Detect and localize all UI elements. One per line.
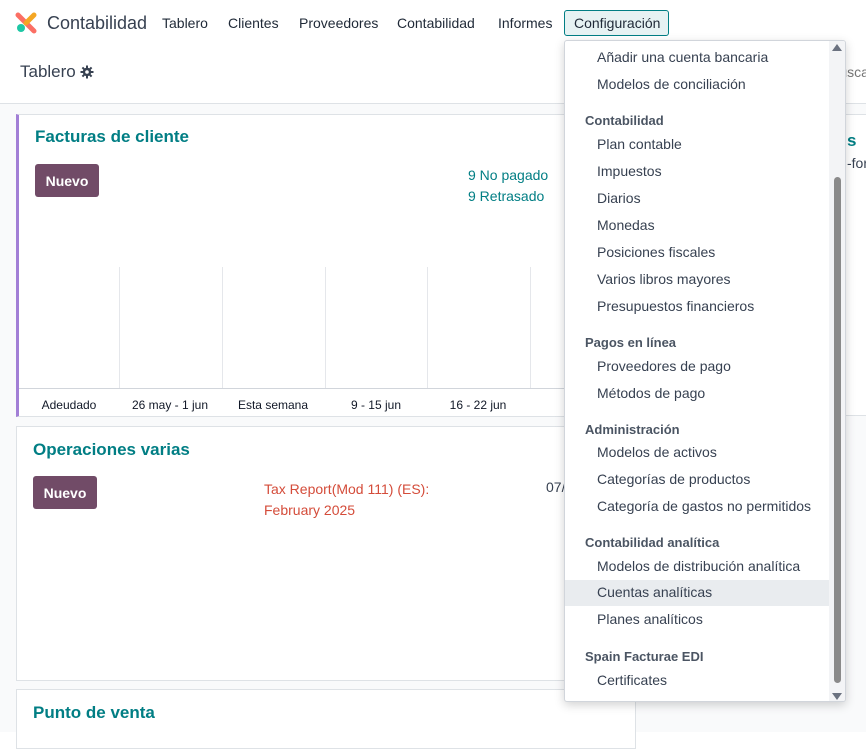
dropdown-section-title: Pagos en línea (585, 335, 677, 350)
configuration-dropdown: Añadir una cuenta bancaria Modelos de co… (564, 40, 846, 702)
customer-invoices-card: Facturas de cliente Nuevo 9 No pagado 9 … (16, 114, 639, 417)
card-title[interactable]: Operaciones varias (33, 440, 190, 460)
dropdown-item[interactable]: Certificates (565, 668, 831, 694)
dropdown-item[interactable]: Planes analíticos (565, 607, 831, 633)
dropdown-item[interactable]: Métodos de pago (565, 381, 831, 407)
dropdown-item[interactable]: Modelos de distribución analítica (565, 554, 831, 580)
dropdown-item-hovered[interactable]: Cuentas analíticas (565, 580, 831, 606)
card-text-fragment: -for (847, 155, 866, 171)
menu-informes[interactable]: Informes (498, 15, 552, 31)
dropdown-item[interactable]: Plan contable (565, 132, 831, 158)
chart-x-label: 9 - 15 jun (350, 398, 402, 412)
dropdown-item[interactable]: Categorías de productos (565, 467, 831, 493)
chart-gridline (119, 267, 120, 388)
dropdown-section-title: Contabilidad (585, 113, 664, 128)
point-of-sale-card: Punto de venta (16, 689, 636, 749)
tax-report-link[interactable]: Tax Report(Mod 111) (ES): February 2025 (264, 479, 464, 521)
tax-report-date: 07/ (546, 479, 566, 495)
dropdown-item[interactable]: Diarios (565, 186, 831, 212)
dropdown-item[interactable]: Impuestos (565, 159, 831, 185)
breadcrumb: Tablero (20, 62, 76, 81)
dropdown-item[interactable]: Proveedores de pago (565, 354, 831, 380)
chart-gridline (427, 267, 428, 388)
gear-icon[interactable] (80, 65, 94, 79)
dropdown-item[interactable]: Categoría de gastos no permitidos (565, 494, 831, 520)
scroll-down-icon[interactable] (832, 693, 842, 700)
app-title[interactable]: Contabilidad (47, 13, 147, 34)
unpaid-link[interactable]: 9 No pagado (468, 167, 548, 183)
chart-gridline (325, 267, 326, 388)
dropdown-item[interactable]: Modelos de conciliación (565, 72, 831, 98)
dropdown-item[interactable]: Añadir una cuenta bancaria (565, 45, 831, 71)
new-invoice-button[interactable]: Nuevo (35, 164, 99, 197)
accounting-app-icon[interactable] (15, 12, 37, 34)
menu-clientes[interactable]: Clientes (228, 15, 279, 31)
card-title[interactable]: Facturas de cliente (35, 127, 189, 147)
chart-x-label: 16 - 22 jun (449, 398, 507, 412)
scrollbar-thumb[interactable] (834, 177, 841, 683)
scroll-up-icon[interactable] (832, 44, 842, 51)
dropdown-scrollbar[interactable] (829, 41, 845, 701)
chart-x-label: 26 may - 1 jun (131, 398, 209, 412)
chart-gridline (222, 267, 223, 388)
new-misc-button[interactable]: Nuevo (33, 476, 97, 509)
dropdown-item[interactable]: Varios libros mayores (565, 267, 831, 293)
card-title[interactable]: Punto de venta (33, 703, 155, 723)
dropdown-item[interactable]: Modelos de activos (565, 440, 831, 466)
menu-configuracion[interactable]: Configuración (564, 10, 670, 36)
dropdown-item[interactable]: Monedas (565, 213, 831, 239)
dropdown-item[interactable]: Posiciones fiscales (565, 240, 831, 266)
menu-contabilidad[interactable]: Contabilidad (397, 15, 475, 31)
dropdown-section-title: Administración (585, 422, 680, 437)
dropdown-item[interactable]: Presupuestos financieros (565, 294, 831, 320)
card-title-fragment: s (847, 131, 857, 150)
late-link[interactable]: 9 Retrasado (468, 188, 544, 204)
menu-tablero[interactable]: Tablero (162, 15, 208, 31)
chart-axis (19, 388, 639, 389)
chart-gridline (530, 267, 531, 388)
chart-x-label: Adeudado (41, 398, 97, 412)
chart-x-label: Esta semana (237, 398, 309, 412)
dropdown-section-title: Spain Facturae EDI (585, 649, 704, 664)
dropdown-section-title: Contabilidad analítica (585, 535, 720, 550)
misc-operations-card: Operaciones varias Nuevo Tax Report(Mod … (16, 426, 636, 681)
menu-proveedores[interactable]: Proveedores (299, 15, 378, 31)
